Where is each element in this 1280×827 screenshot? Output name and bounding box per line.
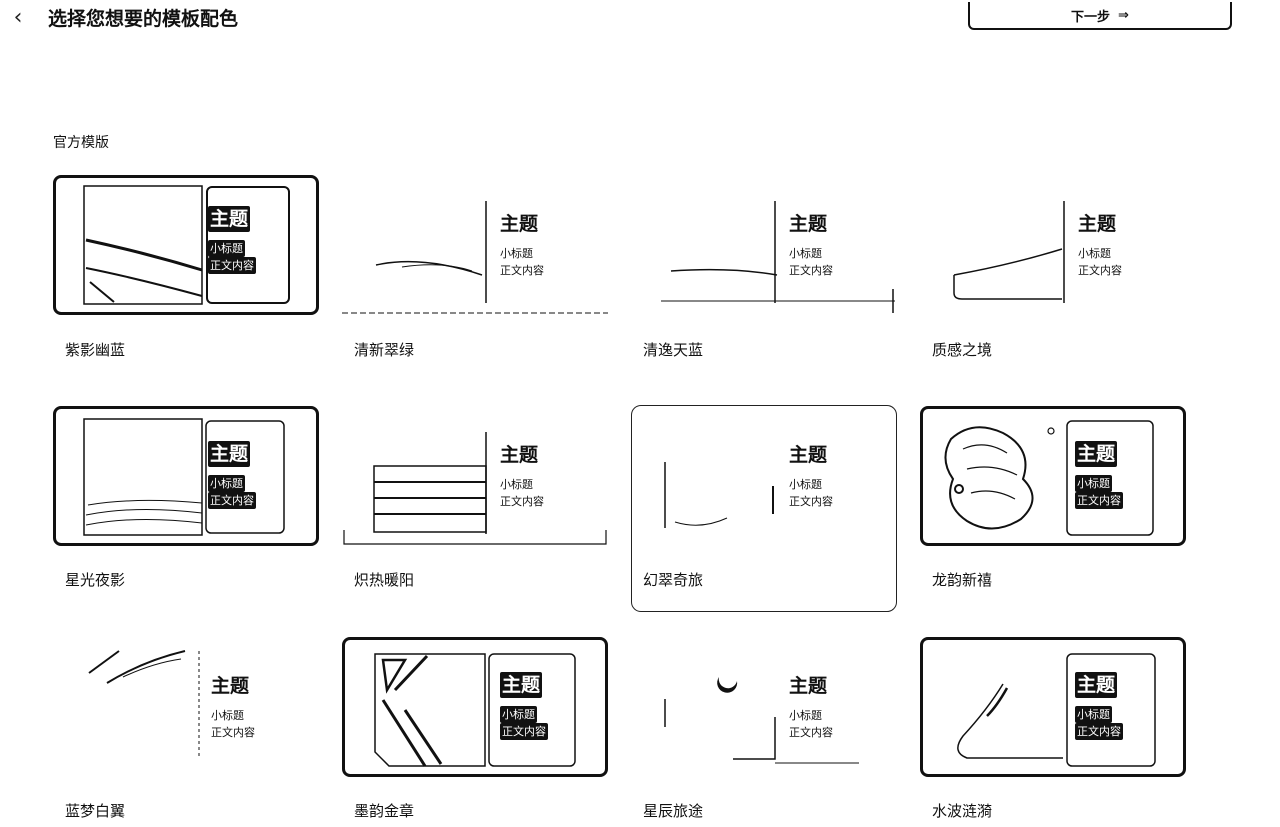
template-card-qing-yi-tian-lan[interactable]: 主题 小标题 正文内容	[631, 175, 897, 315]
dragon-pattern-icon	[944, 420, 1154, 536]
template-name: 清逸天蓝	[643, 341, 704, 359]
template-subtitle: 小标题	[789, 247, 822, 260]
ripple-pattern-icon	[957, 653, 1156, 767]
template-body-text: 正文内容	[208, 257, 256, 274]
template-body-text: 正文内容	[1078, 264, 1122, 277]
template-body-text: 正文内容	[211, 726, 255, 739]
template-subtitle: 小标题	[208, 475, 245, 492]
section-label: 官方模版	[53, 135, 109, 151]
template-name: 蓝梦白翼	[65, 802, 126, 820]
template-card-lan-meng-bai-yi[interactable]: 主题 小标题 正文内容	[53, 637, 319, 777]
template-body-text: 正文内容	[1075, 723, 1123, 740]
template-name: 龙韵新禧	[932, 571, 993, 589]
template-main-title: 主题	[208, 441, 251, 467]
template-card-xing-chen-lv-tu[interactable]: 主题 小标题 正文内容	[631, 637, 897, 777]
template-body-text: 正文内容	[500, 495, 544, 508]
template-name: 质感之境	[932, 341, 993, 359]
template-subtitle: 小标题	[789, 709, 822, 722]
template-subtitle: 小标题	[500, 247, 533, 260]
template-card-long-yun-xin-xi[interactable]: 主题 小标题 正文内容	[920, 406, 1186, 546]
template-body-text: 正文内容	[500, 264, 544, 277]
template-main-title: 主题	[500, 444, 539, 466]
template-subtitle: 小标题	[500, 478, 533, 491]
template-card-huan-cui-qi-lv[interactable]: 主题 小标题 正文内容	[631, 406, 897, 546]
template-card-mo-yun-jin-zhang[interactable]: 主题 小标题 正文内容	[342, 637, 608, 777]
back-button[interactable]: ‹	[6, 4, 30, 32]
template-subtitle: 小标题	[1078, 247, 1111, 260]
template-main-title: 主题	[789, 444, 828, 466]
starlight-pattern-icon	[83, 418, 285, 536]
template-main-title: 主题	[789, 213, 828, 235]
template-main-title: 主题	[208, 206, 251, 232]
template-body-text: 正文内容	[1075, 492, 1123, 509]
template-card-xing-guang-ye-ying[interactable]: 主题 小标题 正文内容	[53, 406, 319, 546]
template-body-text: 正文内容	[789, 726, 833, 739]
template-body-text: 正文内容	[208, 492, 256, 509]
next-step-label: 下一步	[1071, 9, 1111, 25]
template-body-text: 正文内容	[789, 264, 833, 277]
template-main-title: 主题	[789, 675, 828, 697]
template-card-zhi-gan-zhi-jing[interactable]: 主题 小标题 正文内容	[920, 175, 1186, 315]
template-name: 幻翠奇旅	[643, 571, 704, 589]
template-name: 紫影幽蓝	[65, 341, 126, 359]
template-name: 星辰旅途	[643, 802, 704, 820]
template-main-title: 主题	[1075, 672, 1118, 698]
chevron-left-icon: ‹	[13, 5, 23, 30]
template-body-text: 正文内容	[789, 495, 833, 508]
template-card-shui-bo-lian-yi[interactable]: 主题 小标题 正文内容	[920, 637, 1186, 777]
template-name: 炽热暖阳	[354, 571, 415, 589]
template-main-title: 主题	[1078, 213, 1117, 235]
template-card-chi-re-nuan-yang[interactable]: 主题 小标题 正文内容	[342, 406, 608, 546]
template-subtitle: 小标题	[500, 706, 537, 723]
template-name: 星光夜影	[65, 571, 126, 589]
template-subtitle: 小标题	[789, 478, 822, 491]
template-name: 清新翠绿	[354, 341, 415, 359]
template-main-title: 主题	[211, 675, 250, 697]
page-title: 选择您想要的模板配色	[48, 8, 239, 30]
double-arrow-right-icon: ⇒	[1118, 7, 1129, 23]
template-subtitle: 小标题	[1075, 475, 1112, 492]
template-main-title: 主题	[500, 672, 543, 698]
template-main-title: 主题	[1075, 441, 1118, 467]
template-body-text: 正文内容	[500, 723, 548, 740]
template-subtitle: 小标题	[208, 240, 245, 257]
next-step-button[interactable]: 下一步 ⇒	[968, 2, 1232, 30]
template-main-title: 主题	[500, 213, 539, 235]
template-card-qing-xin-cui-lv[interactable]: 主题 小标题 正文内容	[342, 175, 608, 315]
template-name: 墨韵金章	[354, 802, 415, 820]
template-subtitle: 小标题	[211, 709, 244, 722]
template-subtitle: 小标题	[1075, 706, 1112, 723]
template-name: 水波涟漪	[932, 802, 993, 820]
template-card-zi-ying-you-lan[interactable]: 主题 小标题 正文内容	[53, 175, 319, 315]
